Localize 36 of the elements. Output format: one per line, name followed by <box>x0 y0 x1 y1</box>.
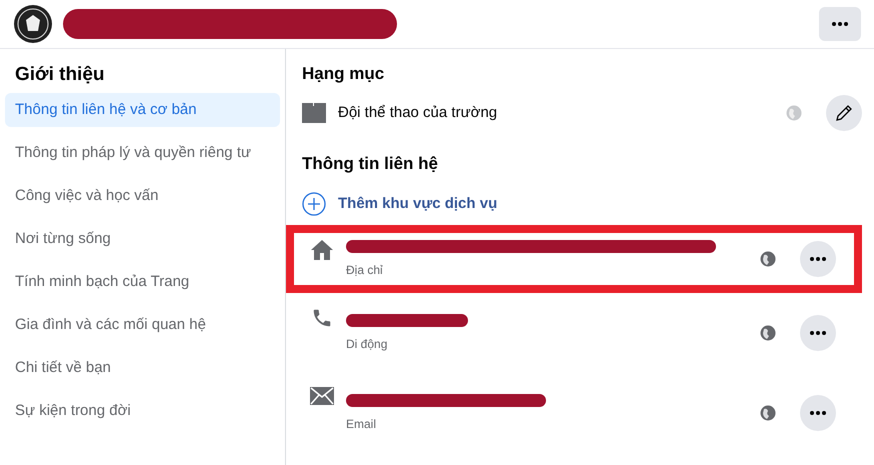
sidebar-item[interactable]: Nơi từng sống <box>5 222 280 256</box>
logo-icon <box>13 4 53 44</box>
sidebar-item[interactable]: Chi tiết về bạn <box>5 351 280 385</box>
phone-icon <box>311 307 333 329</box>
globe-icon <box>760 405 776 421</box>
sidebar-item[interactable]: Thông tin liên hệ và cơ bản <box>5 93 280 127</box>
more-button[interactable] <box>800 315 836 351</box>
sidebar-item[interactable]: Công việc và học vấn <box>5 179 280 213</box>
more-button[interactable] <box>819 7 861 41</box>
sidebar-item[interactable]: Thông tin pháp lý và quyền riêng tư <box>5 136 280 170</box>
contact-caption: Địa chỉ <box>346 262 384 278</box>
contact-caption: Email <box>346 416 378 432</box>
more-icon <box>832 22 848 26</box>
globe-icon <box>760 325 776 341</box>
more-icon <box>810 331 826 335</box>
sidebar-item[interactable]: Sự kiện trong đời <box>5 394 280 428</box>
folder-icon <box>302 103 326 123</box>
globe-icon <box>786 105 802 121</box>
edit-button[interactable] <box>826 95 862 131</box>
more-button[interactable] <box>800 241 836 277</box>
section-heading: Hạng mục <box>302 63 386 85</box>
contact-caption: Di động <box>346 336 388 352</box>
sidebar-item[interactable]: Gia đình và các mối quan hệ <box>5 308 280 342</box>
home-icon <box>310 239 334 261</box>
section-heading: Thông tin liên hệ <box>302 153 439 175</box>
more-button[interactable] <box>800 395 836 431</box>
sidebar-title: Giới thiệu <box>14 63 106 87</box>
envelope-icon <box>310 387 334 405</box>
add-icon <box>302 192 326 216</box>
add-service-area-link[interactable]: Thêm khu vực dịch vụ <box>338 192 498 216</box>
pencil-icon <box>834 103 854 123</box>
more-icon <box>810 411 826 415</box>
more-icon <box>810 257 826 261</box>
category-text: Đội thể thao của trường <box>338 102 498 123</box>
globe-icon <box>760 251 776 267</box>
sidebar-item[interactable]: Tính minh bạch của Trang <box>5 265 280 299</box>
